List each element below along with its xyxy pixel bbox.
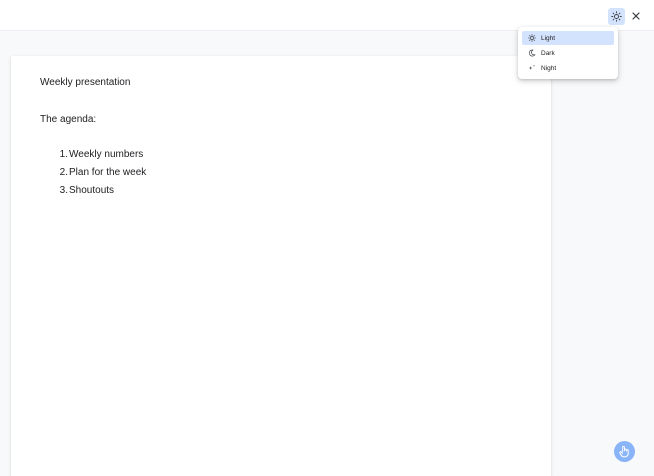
theme-menu: Light Dark Night [518, 27, 618, 79]
close-button[interactable] [628, 8, 644, 24]
theme-option-dark[interactable]: Dark [522, 46, 614, 60]
moon-icon [526, 47, 538, 59]
list-item-text: Plan for the week [69, 167, 147, 178]
list-item-text: Weekly numbers [69, 149, 144, 160]
theme-toggle-button[interactable] [608, 8, 625, 25]
close-icon [632, 12, 640, 20]
hand-pointer-button[interactable] [614, 441, 635, 462]
list-item[interactable]: 2. Plan for the week [40, 167, 147, 185]
theme-option-label: Night [541, 64, 557, 72]
sun-icon [526, 32, 538, 44]
theme-option-label: Dark [541, 49, 555, 57]
document-paragraph[interactable]: The agenda: [40, 114, 96, 125]
theme-option-night[interactable]: Night [522, 61, 614, 75]
list-item-number: 3. [59, 185, 68, 196]
sparkle-icon [526, 62, 538, 74]
theme-option-light[interactable]: Light [522, 31, 614, 45]
list-item[interactable]: 1. Weekly numbers [40, 149, 146, 167]
theme-option-label: Light [541, 34, 556, 42]
list-item-text: Shoutouts [69, 185, 115, 196]
hand-pointer-icon [619, 445, 629, 458]
document-title[interactable]: Weekly presentation [40, 77, 130, 88]
sun-icon [611, 11, 622, 22]
list-item-number: 2. [59, 167, 68, 178]
agenda-list: 1. Weekly numbers 2. Plan for the week 3… [40, 149, 147, 203]
document-page[interactable]: Weekly presentation The agenda: 1. Weekl… [11, 56, 551, 476]
list-item-number: 1. [59, 149, 68, 160]
list-item[interactable]: 3. Shoutouts [40, 185, 146, 203]
